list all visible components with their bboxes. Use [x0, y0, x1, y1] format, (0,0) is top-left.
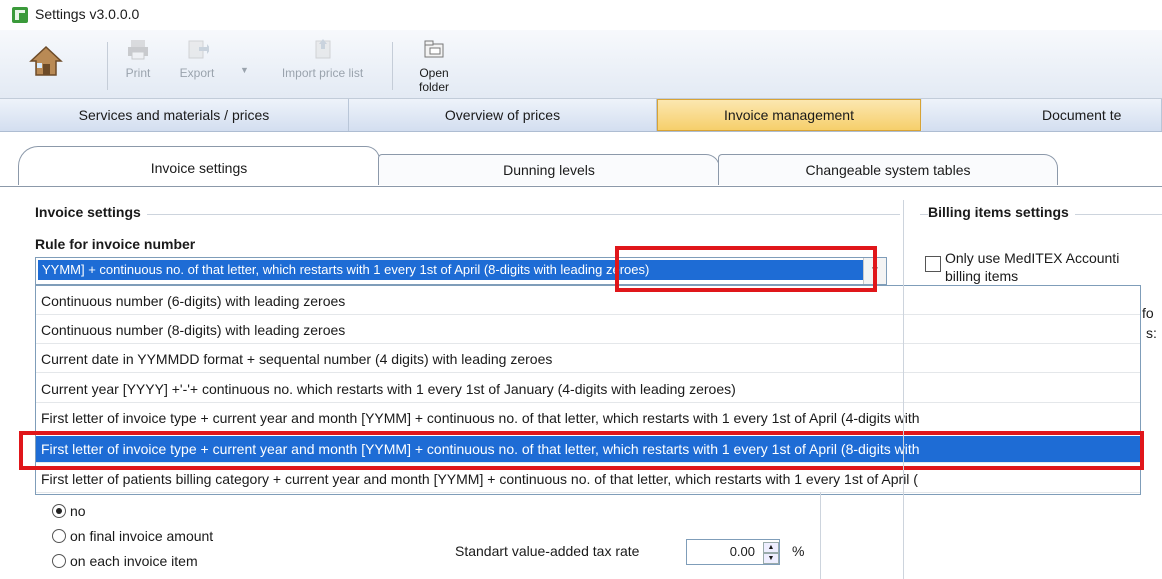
tab-invoice-settings[interactable]: Invoice settings	[18, 146, 380, 185]
tab-changeable-system-tables[interactable]: Changeable system tables	[718, 154, 1058, 185]
settings-app-icon	[12, 7, 28, 23]
vat-radio-no-label: no	[70, 503, 86, 519]
import-label: Import price list	[281, 66, 364, 80]
print-button[interactable]: Print	[120, 38, 156, 80]
invoice-settings-group-border	[35, 214, 900, 215]
main-tab-bar: Services and materials / prices Overview…	[0, 99, 1162, 132]
vat-radio-no[interactable]: no	[52, 503, 86, 519]
export-dropdown-arrow-icon[interactable]: ▼	[240, 65, 249, 75]
import-price-list-button[interactable]: Import price list	[270, 38, 375, 80]
vat-radio-each-item-label: on each invoice item	[70, 553, 198, 569]
tab-divider	[0, 186, 1162, 187]
open-folder-label: Open folder	[418, 66, 450, 94]
rule-option[interactable]: First letter of invoice type + current y…	[36, 405, 1140, 432]
vat-rate-value: 0.00	[729, 544, 755, 559]
vat-radio-final-amount-label: on final invoice amount	[70, 528, 214, 544]
tab-services-materials-prices[interactable]: Services and materials / prices	[0, 99, 349, 131]
clipped-text-1: fo	[1142, 305, 1154, 321]
export-icon	[185, 38, 211, 60]
home-button[interactable]	[28, 44, 64, 84]
radio-icon	[52, 529, 66, 543]
vat-radio-each-item[interactable]: on each invoice item	[52, 553, 198, 569]
spin-up-icon[interactable]: ▲	[763, 542, 779, 553]
invoice-settings-group-title: Invoice settings	[35, 204, 147, 220]
only-meditex-label-line1: Only use MedITEX Accounti	[945, 250, 1120, 266]
vat-rate-label: Standart value-added tax rate	[455, 543, 640, 559]
print-label: Print	[125, 66, 151, 80]
only-meditex-checkbox[interactable]	[925, 256, 941, 272]
spinner-buttons[interactable]: ▲ ▼	[763, 542, 779, 564]
group-divider	[903, 200, 904, 579]
open-folder-button[interactable]: Open folder	[403, 38, 465, 94]
folder-icon	[422, 38, 446, 60]
home-icon	[28, 44, 64, 78]
radio-checked-icon	[52, 504, 66, 518]
rule-option[interactable]: First letter of patients billing categor…	[36, 466, 1140, 493]
highlight-box-selected-option	[19, 431, 1144, 470]
clipped-text-2: s:	[1146, 325, 1157, 341]
printer-icon	[126, 38, 150, 60]
only-meditex-label-line2: billing items	[945, 268, 1019, 284]
tab-dunning-levels[interactable]: Dunning levels	[378, 154, 720, 185]
title-bar: Settings v3.0.0.0	[0, 0, 1162, 30]
rule-option[interactable]: Continuous number (8-digits) with leadin…	[36, 317, 1140, 344]
export-label: Export	[179, 66, 215, 80]
sub-tab-bar: Invoice settings Dunning levels Changeab…	[0, 146, 1162, 186]
tab-invoice-management[interactable]: Invoice management	[657, 99, 921, 131]
export-button[interactable]: Export	[172, 38, 222, 80]
toolbar: Print Export ▼ Import price list Open fo…	[0, 30, 1162, 99]
window-title: Settings v3.0.0.0	[35, 6, 140, 22]
rule-option[interactable]: Current year [YYYY] +'-'+ continuous no.…	[36, 376, 1140, 403]
vat-rate-spinner[interactable]: 0.00 ▲ ▼	[686, 539, 780, 565]
billing-items-group-title: Billing items settings	[928, 204, 1075, 220]
vat-group-border	[820, 492, 821, 579]
highlight-box-combo	[615, 246, 877, 292]
rule-for-invoice-number-label: Rule for invoice number	[35, 236, 196, 252]
spin-down-icon[interactable]: ▼	[763, 553, 779, 564]
import-icon	[311, 38, 335, 60]
tab-document-templates[interactable]: Document te	[922, 99, 1162, 131]
rule-option[interactable]: Continuous number (6-digits) with leadin…	[36, 288, 1140, 315]
radio-icon	[52, 554, 66, 568]
tab-overview-of-prices[interactable]: Overview of prices	[349, 99, 657, 131]
rule-option[interactable]: Current date in YYMMDD format + sequenta…	[36, 346, 1140, 373]
only-meditex-label: Only use MedITEX Accounti billing items	[945, 249, 1119, 285]
vat-radio-final-amount[interactable]: on final invoice amount	[52, 528, 213, 544]
vat-unit-label: %	[792, 543, 805, 559]
